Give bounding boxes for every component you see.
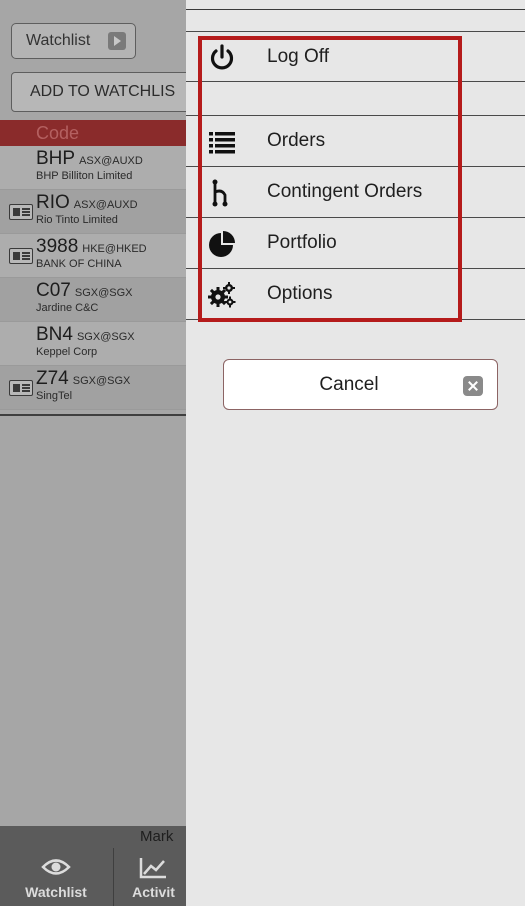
- watchlist-selector-button[interactable]: Watchlist: [11, 23, 136, 59]
- menu-item-log-off[interactable]: Log Off: [186, 31, 525, 82]
- eye-icon: [41, 859, 71, 875]
- stock-code: RIO: [36, 192, 70, 213]
- news-icon: [9, 204, 33, 220]
- stock-name: BHP Billiton Limited: [36, 170, 133, 182]
- chart-icon: [139, 858, 166, 879]
- stock-name: Rio Tinto Limited: [36, 214, 118, 226]
- stock-code: Z74: [36, 368, 69, 389]
- stock-code: BN4: [36, 324, 73, 345]
- table-row[interactable]: C07 SGX@SGX Jardine C&C: [0, 278, 186, 322]
- menu-item-options[interactable]: Options: [186, 269, 525, 320]
- watchlist-screen: Watchlist ADD TO WATCHLIS Code BHP ASX@AU…: [0, 0, 186, 906]
- stock-name: Keppel Corp: [36, 346, 98, 358]
- bottom-nav: Watchlist Activit: [0, 848, 186, 906]
- stock-name: BANK OF CHINA: [36, 258, 122, 270]
- list-icon: [209, 132, 235, 154]
- watchlist-table: BHP ASX@AUXD BHP Billiton Limited RIO ASX@…: [0, 146, 186, 410]
- add-to-watchlist-button[interactable]: ADD TO WATCHLIS: [11, 72, 186, 112]
- stock-code: C07: [36, 280, 71, 301]
- cancel-button[interactable]: Cancel: [223, 359, 498, 410]
- stock-exchange: SGX@SGX: [72, 375, 131, 387]
- market-bar: Mark: [0, 826, 186, 848]
- stock-exchange: HKE@HKED: [82, 243, 147, 255]
- stock-name: Jardine C&C: [36, 302, 99, 314]
- nav-activity[interactable]: Activit: [113, 848, 186, 906]
- close-icon: [463, 376, 483, 396]
- stock-code: 3988: [36, 236, 79, 257]
- table-row[interactable]: BHP ASX@AUXD BHP Billiton Limited: [0, 146, 186, 190]
- branch-icon: [212, 179, 228, 207]
- stock-code: BHP: [36, 148, 76, 169]
- menu-panel: Log Off Orders Contingent Orders Portfol…: [186, 0, 525, 906]
- table-row[interactable]: RIO ASX@AUXD Rio Tinto Limited: [0, 190, 186, 234]
- cancel-label: Cancel: [319, 374, 379, 395]
- nav-watchlist[interactable]: Watchlist: [0, 848, 112, 906]
- menu-item-label: Log Off: [267, 46, 329, 67]
- menu-item-label: Portfolio: [267, 232, 337, 253]
- menu-item-label: Orders: [267, 130, 326, 151]
- stock-exchange: ASX@AUXD: [73, 199, 138, 211]
- watchlist-selector-label: Watchlist: [26, 32, 91, 49]
- menu-item-portfolio[interactable]: Portfolio: [186, 218, 525, 269]
- menu-spacer: [186, 83, 525, 116]
- table-row[interactable]: 3988 HKE@HKED BANK OF CHINA: [0, 234, 186, 278]
- pie-chart-icon: [209, 231, 235, 257]
- stock-name: SingTel: [36, 390, 73, 402]
- table-row[interactable]: Z74 SGX@SGX SingTel: [0, 366, 186, 410]
- gears-icon: [208, 282, 236, 308]
- list-divider: [0, 414, 186, 416]
- menu-item-contingent-orders[interactable]: Contingent Orders: [186, 167, 525, 218]
- divider: [186, 9, 525, 10]
- stock-exchange: SGX@SGX: [76, 331, 135, 343]
- news-icon: [9, 380, 33, 396]
- table-row[interactable]: BN4 SGX@SGX Keppel Corp: [0, 322, 186, 366]
- arrow-right-icon: [108, 32, 126, 50]
- stock-exchange: ASX@AUXD: [79, 155, 143, 167]
- nav-label: Watchlist: [25, 884, 87, 900]
- column-header-code: Code: [0, 120, 186, 146]
- menu-item-label: Options: [267, 283, 333, 304]
- power-icon: [210, 44, 234, 70]
- nav-label: Activit: [132, 884, 175, 900]
- menu-item-orders[interactable]: Orders: [186, 116, 525, 167]
- news-icon: [9, 248, 33, 264]
- menu-item-label: Contingent Orders: [267, 181, 423, 202]
- stock-exchange: SGX@SGX: [74, 287, 133, 299]
